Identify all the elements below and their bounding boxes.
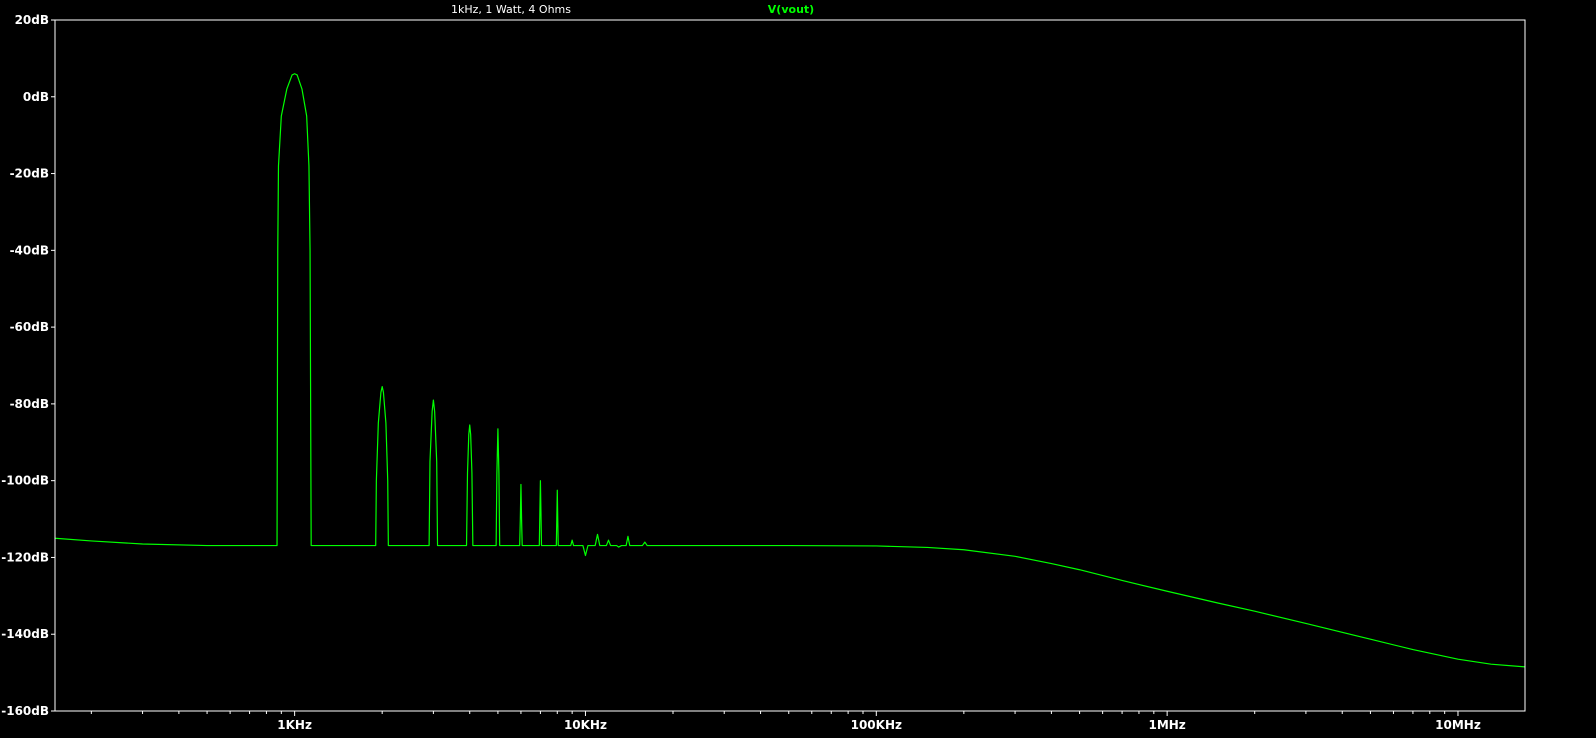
y-tick-label: -100dB bbox=[1, 474, 49, 488]
x-tick-label: 100KHz bbox=[851, 718, 902, 732]
plot-title: 1kHz, 1 Watt, 4 Ohms bbox=[451, 3, 571, 16]
trace-legend-label[interactable]: V(vout) bbox=[768, 3, 814, 16]
y-tick-label: -140dB bbox=[1, 627, 49, 641]
y-tick-label: -120dB bbox=[1, 550, 49, 564]
y-tick-label: -160dB bbox=[1, 704, 49, 718]
y-tick-label: -20dB bbox=[10, 167, 49, 181]
y-tick-label: -80dB bbox=[10, 397, 49, 411]
bode-plot: 1kHz, 1 Watt, 4 Ohms V(vout) 20dB 0dB -20d… bbox=[0, 0, 1596, 738]
plot-background bbox=[0, 0, 1596, 738]
y-tick-label: 0dB bbox=[23, 90, 49, 104]
y-tick-label: 20dB bbox=[15, 13, 49, 27]
y-tick-label: -40dB bbox=[10, 243, 49, 257]
x-tick-label: 1KHz bbox=[277, 718, 312, 732]
x-tick-label: 10KHz bbox=[564, 718, 607, 732]
y-tick-label: -60dB bbox=[10, 320, 49, 334]
x-tick-label: 1MHz bbox=[1148, 718, 1185, 732]
x-tick-label: 10MHz bbox=[1435, 718, 1481, 732]
